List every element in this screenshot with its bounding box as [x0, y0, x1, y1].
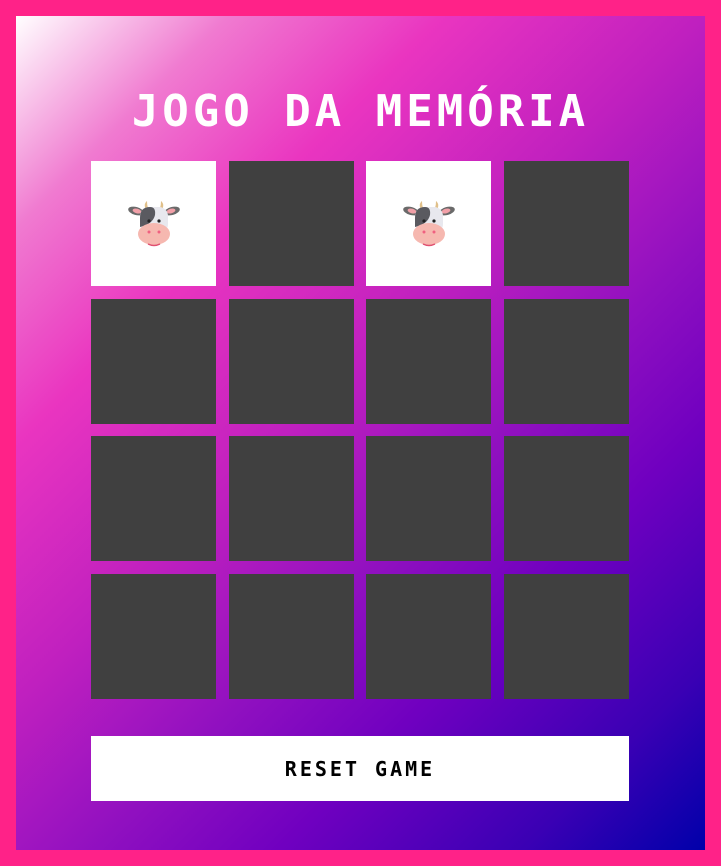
memory-card-15[interactable]	[366, 573, 491, 699]
memory-card-16[interactable]	[503, 573, 629, 699]
cow-face-icon	[402, 200, 455, 246]
memory-card-10[interactable]	[228, 436, 354, 561]
memory-card-4[interactable]	[503, 161, 629, 286]
memory-card-6[interactable]	[228, 298, 354, 424]
cow-face-icon	[127, 200, 180, 246]
memory-card-12[interactable]	[503, 436, 629, 561]
memory-card-11[interactable]	[366, 436, 491, 561]
memory-card-9[interactable]	[91, 436, 216, 561]
reset-game-button[interactable]: RESET GAME	[91, 736, 629, 801]
memory-card-5[interactable]	[91, 298, 216, 424]
memory-card-13[interactable]	[91, 573, 216, 699]
page-title: JOGO DA MEMÓRIA	[131, 86, 590, 137]
memory-card-7[interactable]	[366, 298, 491, 424]
memory-card-1[interactable]	[91, 161, 216, 286]
memory-card-14[interactable]	[228, 573, 354, 699]
game-panel: JOGO DA MEMÓRIA RESET GAME	[16, 16, 705, 850]
memory-card-2[interactable]	[228, 161, 354, 286]
card-grid	[91, 161, 629, 699]
memory-card-3[interactable]	[366, 161, 491, 286]
memory-card-8[interactable]	[503, 298, 629, 424]
